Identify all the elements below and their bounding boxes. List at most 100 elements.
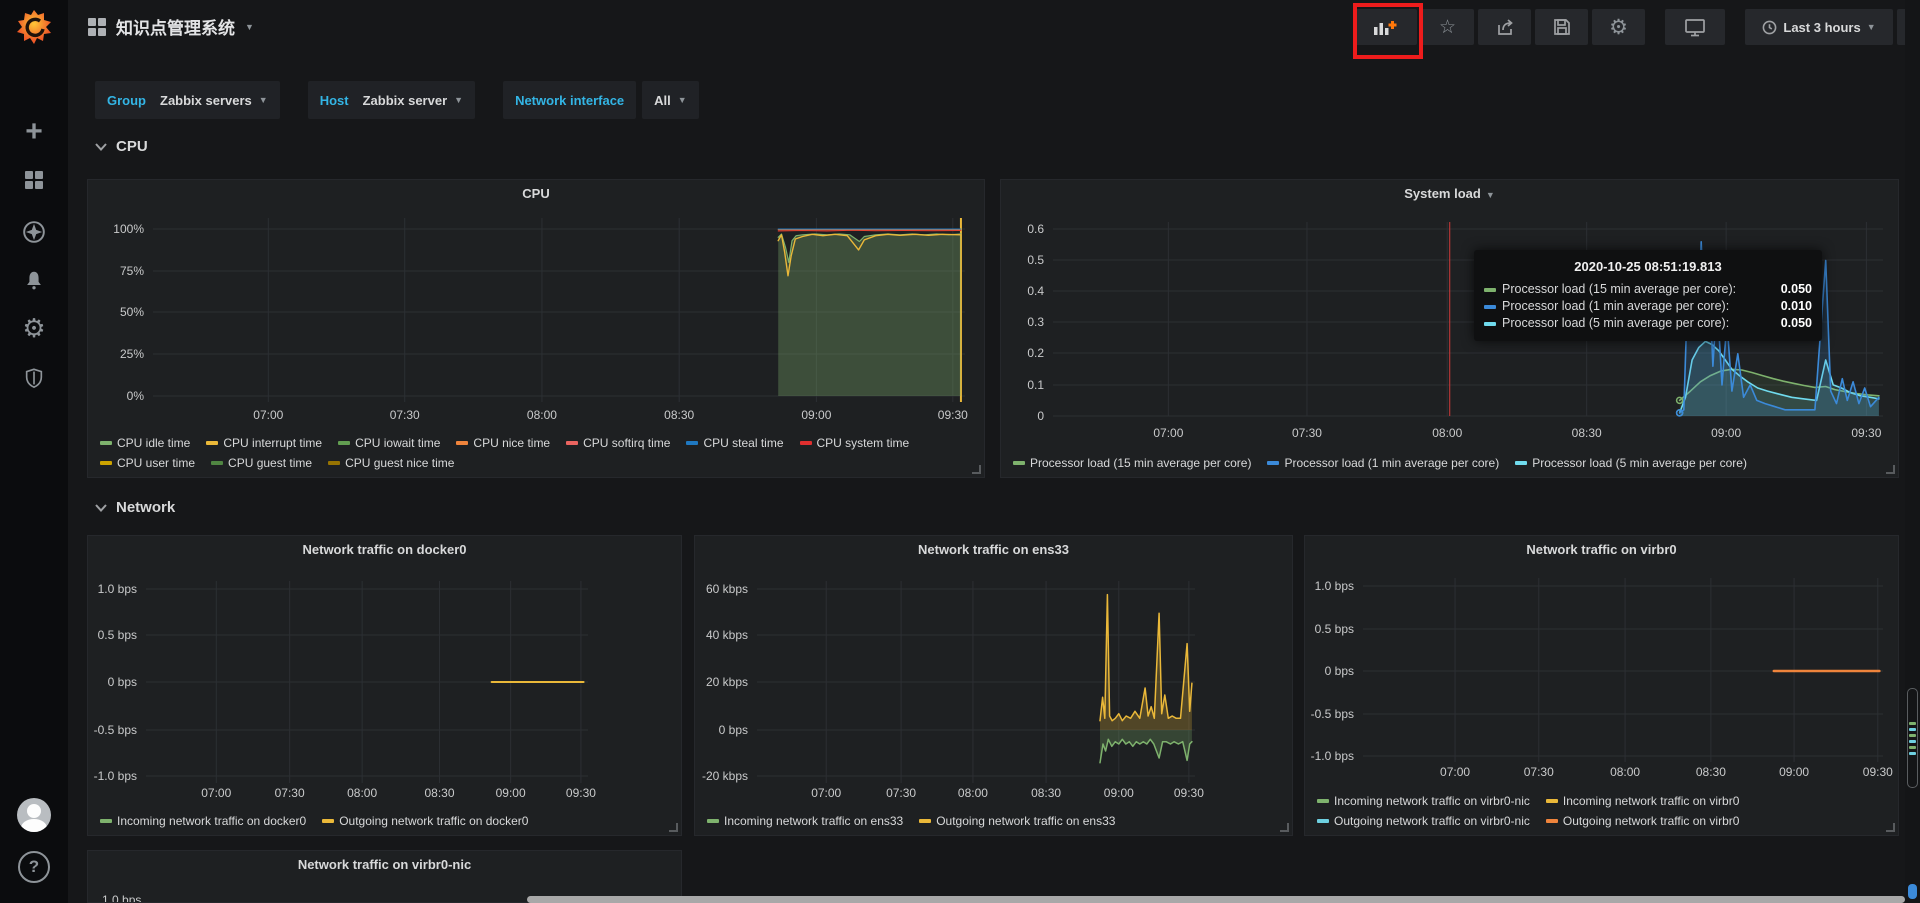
chevron-down-icon <box>95 503 107 512</box>
grafana-dashboard: + ⚙ ? 知识点管理系统 ▼ ☆ ⚙ Last 3 hours ▼ Group… <box>0 0 1920 903</box>
svg-text:-1.0 bps: -1.0 bps <box>1311 749 1354 763</box>
row-header-cpu[interactable]: CPU <box>95 138 148 155</box>
panel-resize-handle[interactable] <box>972 465 981 474</box>
legend-item[interactable]: Incoming network traffic on virbr0-nic <box>1317 791 1530 811</box>
svg-text:08:00: 08:00 <box>1610 765 1640 779</box>
legend-label: Processor load (5 min average per core) <box>1532 456 1747 470</box>
panel-title[interactable]: Network traffic on virbr0-nic <box>88 857 681 872</box>
legend-label: Incoming network traffic on ens33 <box>724 814 904 828</box>
alerting-bell-icon[interactable] <box>14 260 54 300</box>
legend-item[interactable]: Processor load (5 min average per core) <box>1515 453 1747 473</box>
legend-label: Processor load (1 min average per core) <box>1284 456 1500 470</box>
legend-item[interactable]: CPU interrupt time <box>206 433 322 453</box>
chevron-down-icon: ▼ <box>1866 22 1876 32</box>
legend-item[interactable]: Incoming network traffic on ens33 <box>707 811 903 831</box>
legend-item[interactable]: CPU user time <box>100 453 195 473</box>
svg-text:-1.0 bps: -1.0 bps <box>94 769 137 783</box>
vertical-scrollbar-thumb[interactable] <box>1907 688 1918 788</box>
save-button[interactable] <box>1535 9 1588 45</box>
legend-item[interactable]: CPU system time <box>799 433 909 453</box>
panel-resize-handle[interactable] <box>1886 823 1895 832</box>
legend-item[interactable]: CPU idle time <box>100 433 190 453</box>
svg-text:07:00: 07:00 <box>1440 765 1470 779</box>
horizontal-scrollbar-thumb[interactable] <box>527 896 1905 903</box>
panel-title[interactable]: Network traffic on ens33 <box>695 542 1292 557</box>
legend-item[interactable]: Incoming network traffic on docker0 <box>100 811 306 831</box>
server-admin-shield-icon[interactable] <box>14 358 54 398</box>
row-header-network[interactable]: Network <box>95 499 175 516</box>
panel-title[interactable]: CPU <box>88 186 984 201</box>
vertical-scrollbar[interactable] <box>1905 0 1920 903</box>
svg-text:08:00: 08:00 <box>1432 426 1462 440</box>
configuration-gear-icon[interactable]: ⚙ <box>14 308 54 348</box>
legend-item[interactable]: Outgoing network traffic on docker0 <box>322 811 528 831</box>
legend-item[interactable]: CPU nice time <box>456 433 550 453</box>
svg-text:09:00: 09:00 <box>496 786 526 800</box>
help-icon[interactable]: ? <box>14 847 54 887</box>
user-avatar[interactable] <box>14 795 54 835</box>
time-range-picker[interactable]: Last 3 hours ▼ <box>1745 9 1893 45</box>
share-button[interactable] <box>1478 9 1531 45</box>
panel-resize-handle[interactable] <box>1886 465 1895 474</box>
svg-text:-0.5 bps: -0.5 bps <box>94 723 137 737</box>
legend-label: CPU steal time <box>703 436 784 450</box>
create-icon[interactable]: + <box>14 112 54 152</box>
svg-text:09:00: 09:00 <box>1779 765 1809 779</box>
svg-text:0 bps: 0 bps <box>719 723 748 737</box>
template-variables-row: Group Zabbix servers ▼ Host Zabbix server… <box>95 81 699 119</box>
add-panel-button[interactable] <box>1353 9 1417 45</box>
netif-variable-dropdown[interactable]: All ▼ <box>642 81 699 119</box>
group-value: Zabbix servers <box>160 92 252 108</box>
ens33-graph[interactable]: 60 kbps 40 kbps 20 kbps 0 bps -20 kbps 07:00 0… <box>695 536 1293 836</box>
legend-item[interactable]: Incoming network traffic on virbr0 <box>1545 791 1739 811</box>
dashboards-icon[interactable] <box>14 160 54 200</box>
star-button[interactable]: ☆ <box>1421 9 1474 45</box>
legend-item[interactable]: Outgoing network traffic on virbr0-nic <box>1317 811 1530 831</box>
panel-title[interactable]: Network traffic on virbr0 <box>1305 542 1898 557</box>
tv-mode-button[interactable] <box>1665 9 1725 45</box>
legend-item[interactable]: Outgoing network traffic on ens33 <box>919 811 1115 831</box>
svg-text:100%: 100% <box>113 222 144 236</box>
svg-text:0.6: 0.6 <box>1027 222 1044 236</box>
legend-item[interactable]: CPU iowait time <box>338 433 440 453</box>
legend-item[interactable]: Outgoing network traffic on virbr0 <box>1545 811 1740 831</box>
legend-item[interactable]: Processor load (1 min average per core) <box>1267 453 1499 473</box>
grafana-logo-icon[interactable] <box>15 8 53 46</box>
panel-resize-handle[interactable] <box>1280 823 1289 832</box>
dashboard-title[interactable]: 知识点管理系统 ▼ <box>88 14 254 39</box>
toolbar: ☆ ⚙ Last 3 hours ▼ ▼ <box>1353 9 1920 45</box>
legend-item[interactable]: CPU guest time <box>211 453 312 473</box>
svg-text:0.2: 0.2 <box>1027 346 1044 360</box>
graph-tooltip: 2020-10-25 08:51:19.813 Processor load (… <box>1474 250 1822 341</box>
legend-swatch <box>1013 461 1025 465</box>
chevron-down-icon: ▼ <box>258 95 268 105</box>
legend-label: Outgoing network traffic on virbr0 <box>1562 814 1740 828</box>
panel-title[interactable]: Network traffic on docker0 <box>88 542 681 557</box>
legend-item[interactable]: CPU softirq time <box>566 433 670 453</box>
panel-ens33: Network traffic on ens33 60 kbps 40 kbps 2… <box>694 535 1293 836</box>
host-variable-dropdown[interactable]: Host Zabbix server ▼ <box>307 81 476 119</box>
legend-swatch <box>100 441 112 445</box>
chevron-down-icon: ▼ <box>677 95 687 105</box>
group-variable-dropdown[interactable]: Group Zabbix servers ▼ <box>95 81 280 119</box>
svg-text:1.0 bps: 1.0 bps <box>1315 579 1354 593</box>
sidebar: + ⚙ ? <box>0 0 68 903</box>
legend-swatch <box>919 819 932 823</box>
legend-label: CPU nice time <box>473 436 551 450</box>
explore-compass-icon[interactable] <box>14 212 54 252</box>
panel-resize-handle[interactable] <box>669 823 678 832</box>
legend-item[interactable]: CPU steal time <box>686 433 784 453</box>
legend-label: CPU user time <box>117 456 196 470</box>
legend-item[interactable]: CPU guest nice time <box>328 453 454 473</box>
dashboard-settings-button[interactable]: ⚙ <box>1592 9 1645 45</box>
chevron-down-icon: ▼ <box>245 21 254 32</box>
panel-cpu: CPU 100% 75% 50% 25% 0% 07:00 07:30 08:00 08:30 0… <box>87 179 985 478</box>
legend-label: CPU iowait time <box>355 436 441 450</box>
netif-variable-label: Network interface <box>503 81 637 119</box>
svg-text:07:30: 07:30 <box>1524 765 1554 779</box>
legend-swatch <box>211 461 224 465</box>
svg-text:09:30: 09:30 <box>1863 765 1893 779</box>
legend-item[interactable]: Processor load (15 min average per core) <box>1013 453 1251 473</box>
panel-title[interactable]: System load ▼ <box>1001 186 1898 201</box>
docker0-graph[interactable]: 1.0 bps 0.5 bps 0 bps -0.5 bps -1.0 bps 07:00… <box>88 536 682 836</box>
